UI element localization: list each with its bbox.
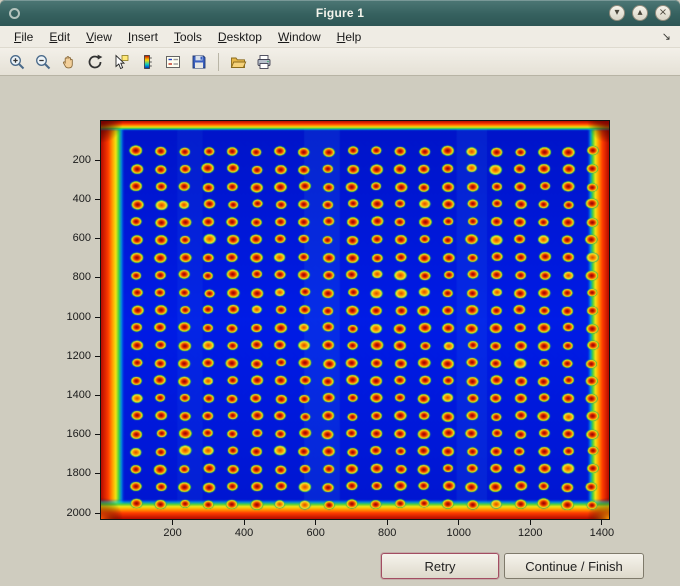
pan-hand-icon <box>60 53 78 71</box>
menu-view[interactable]: View <box>78 27 120 47</box>
colorbar-icon <box>138 53 156 71</box>
y-tick-label: 200 <box>72 153 91 166</box>
continue-finish-button[interactable]: Continue / Finish <box>504 553 644 579</box>
menu-edit[interactable]: Edit <box>41 27 78 47</box>
y-tick-label: 600 <box>72 232 91 245</box>
window-menu-icon[interactable] <box>9 7 20 19</box>
open-file-button[interactable] <box>226 50 250 74</box>
y-tick-label: 1200 <box>66 349 91 362</box>
y-tick-mark <box>95 394 100 396</box>
menu-desktop[interactable]: Desktop <box>210 27 270 47</box>
save-floppy-icon <box>190 53 208 71</box>
x-tick-label: 200 <box>163 527 182 539</box>
dock-figure-icon[interactable]: ↘ <box>662 30 671 43</box>
menu-tools[interactable]: Tools <box>166 27 210 47</box>
x-tick-mark <box>529 520 531 525</box>
figure-toolbar <box>0 48 680 76</box>
figure-area: Retry Continue / Finish 200 400 600 800 1000… <box>0 76 680 586</box>
heatmap-canvas <box>101 121 609 519</box>
figure-window: Figure 1 ▾ ▴ × File Edit View Insert Too… <box>0 0 680 586</box>
menu-help[interactable]: Help <box>329 27 370 47</box>
y-tick-mark <box>95 473 100 475</box>
data-cursor-icon <box>112 53 130 71</box>
x-tick-label: 1200 <box>518 527 543 539</box>
x-tick-label: 400 <box>234 527 254 539</box>
menu-insert[interactable]: Insert <box>120 27 166 47</box>
window-controls: ▾ ▴ × <box>609 5 680 21</box>
zoom-out-button[interactable] <box>31 50 55 74</box>
x-tick-label: 1400 <box>589 527 615 539</box>
x-tick-label: 800 <box>378 527 397 539</box>
y-tick-label: 1000 <box>66 310 91 323</box>
zoom-in-button[interactable] <box>5 50 29 74</box>
y-tick-mark <box>95 159 100 161</box>
zoom-out-icon <box>34 53 52 71</box>
menu-window[interactable]: Window <box>270 27 329 47</box>
x-tick-mark <box>386 520 388 525</box>
y-tick-label: 1800 <box>66 467 91 480</box>
menubar: File Edit View Insert Tools Desktop Wind… <box>0 26 680 48</box>
legend-icon <box>164 53 182 71</box>
x-tick-mark <box>315 520 317 525</box>
insert-colorbar-button[interactable] <box>135 50 159 74</box>
maximize-button[interactable]: ▴ <box>632 5 648 21</box>
rotate-3d-icon <box>86 53 104 71</box>
zoom-in-icon <box>8 53 26 71</box>
y-tick-label: 2000 <box>66 506 91 519</box>
pan-button[interactable] <box>57 50 81 74</box>
rotate-3d-button[interactable] <box>83 50 107 74</box>
menu-file[interactable]: File <box>6 27 41 47</box>
y-tick-mark <box>95 434 100 436</box>
y-tick-mark <box>95 316 100 318</box>
print-figure-button[interactable] <box>252 50 276 74</box>
retry-button[interactable]: Retry <box>381 553 499 579</box>
open-folder-icon <box>229 53 247 71</box>
y-tick-mark <box>95 238 100 240</box>
x-tick-mark <box>172 520 174 525</box>
x-tick-mark <box>243 520 245 525</box>
plot-axes <box>100 120 610 520</box>
toolbar-separator <box>218 52 219 71</box>
save-figure-button[interactable] <box>187 50 211 74</box>
close-button[interactable]: × <box>655 5 671 21</box>
insert-legend-button[interactable] <box>161 50 185 74</box>
y-tick-mark <box>95 355 100 357</box>
y-tick-mark <box>95 512 100 514</box>
y-tick-label: 400 <box>72 192 91 205</box>
window-title: Figure 1 <box>315 6 365 20</box>
printer-icon <box>255 53 273 71</box>
titlebar[interactable]: Figure 1 ▾ ▴ × <box>0 0 680 26</box>
x-tick-label: 1000 <box>446 527 471 539</box>
y-tick-mark <box>95 198 100 200</box>
y-tick-label: 1400 <box>66 388 91 401</box>
y-tick-label: 1600 <box>66 428 91 441</box>
x-tick-label: 600 <box>306 527 325 539</box>
x-tick-mark <box>458 520 460 525</box>
y-tick-label: 800 <box>72 271 91 284</box>
minimize-button[interactable]: ▾ <box>609 5 625 21</box>
y-tick-mark <box>95 277 100 279</box>
x-tick-mark <box>601 520 603 525</box>
data-cursor-button[interactable] <box>109 50 133 74</box>
